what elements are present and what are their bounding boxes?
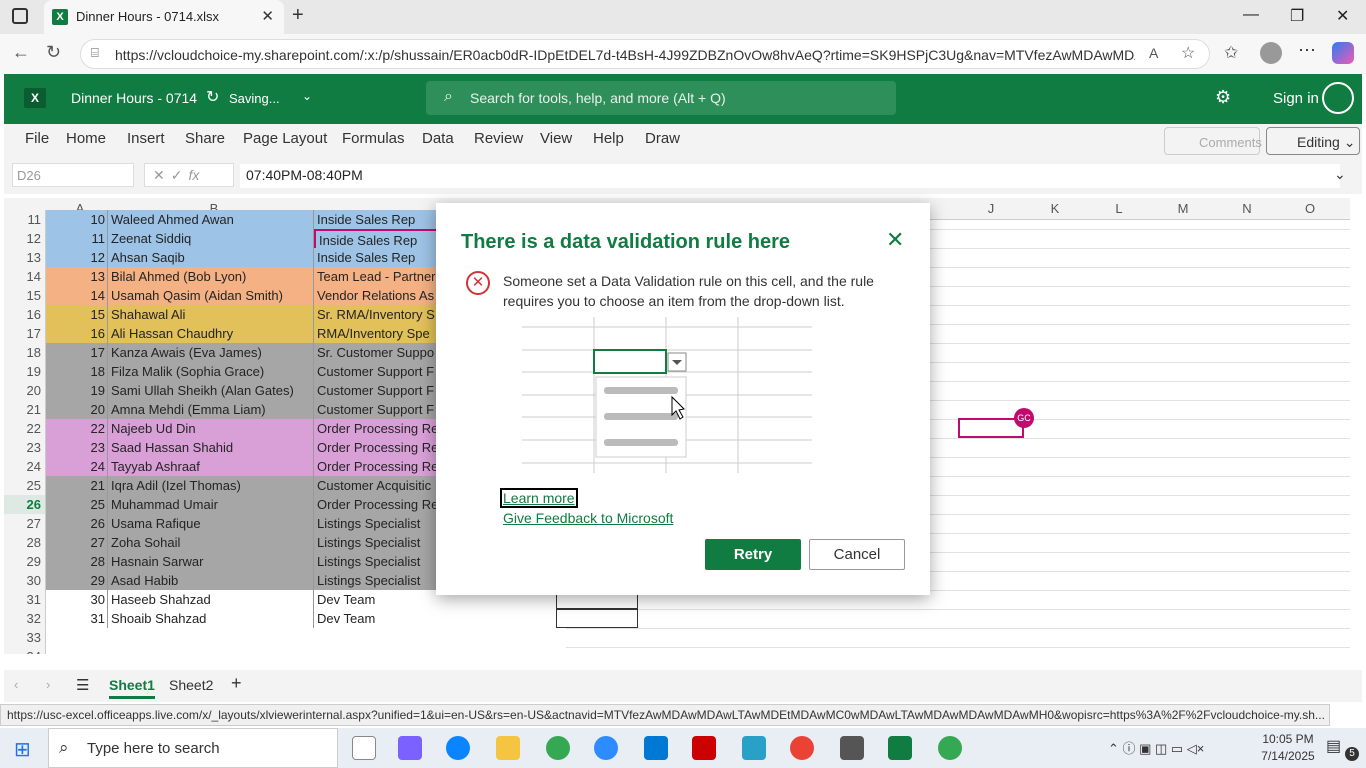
chrome-alt-icon[interactable] bbox=[938, 736, 962, 760]
app-icon[interactable] bbox=[742, 736, 766, 760]
windows-taskbar: ⊞ ⌕ Type here to search ⌃ ⓘ ▣ ◫ ▭ ◁× 10:… bbox=[0, 728, 1366, 768]
notification-icon[interactable]: ▤ bbox=[1326, 736, 1341, 756]
system-tray-icons[interactable]: ⌃ ⓘ ▣ ◫ ▭ ◁× bbox=[1108, 738, 1204, 757]
data-validation-dialog: There is a data validation rule here ✕ ✕… bbox=[436, 203, 930, 595]
zoom-icon[interactable] bbox=[594, 736, 618, 760]
close-icon[interactable]: ✕ bbox=[886, 227, 904, 253]
taskbar-search[interactable]: ⌕ Type here to search bbox=[48, 728, 338, 768]
retry-button[interactable]: Retry bbox=[705, 539, 801, 570]
filezilla-icon[interactable] bbox=[692, 736, 716, 760]
excel-taskbar-icon[interactable] bbox=[888, 736, 912, 760]
calculator-icon[interactable] bbox=[840, 736, 864, 760]
taskbar-search-icon: ⌕ bbox=[59, 738, 69, 757]
learn-more-link[interactable]: Learn more bbox=[500, 488, 578, 508]
notification-count: 5 bbox=[1345, 747, 1359, 761]
outlook-icon[interactable] bbox=[644, 736, 668, 760]
feedback-link[interactable]: Give Feedback to Microsoft bbox=[503, 510, 673, 526]
taskbar-search-placeholder: Type here to search bbox=[87, 740, 220, 757]
clock-time[interactable]: 10:05 PM bbox=[1258, 732, 1318, 746]
task-view-icon[interactable] bbox=[352, 736, 376, 760]
cancel-button[interactable]: Cancel bbox=[809, 539, 905, 570]
edge-icon[interactable] bbox=[446, 736, 470, 760]
modal-overlay: There is a data validation rule here ✕ ✕… bbox=[0, 0, 1366, 700]
chrome-icon[interactable] bbox=[546, 736, 570, 760]
error-icon: ✕ bbox=[466, 271, 490, 295]
clock-date[interactable]: 7/14/2025 bbox=[1258, 749, 1318, 763]
windows-start-icon[interactable]: ⊞ bbox=[14, 737, 31, 762]
dialog-title: There is a data validation rule here bbox=[461, 231, 791, 253]
dialog-message: Someone set a Data Validation rule on th… bbox=[503, 273, 874, 309]
chrome-profile-icon[interactable] bbox=[790, 736, 814, 760]
dropdown-illustration bbox=[522, 317, 812, 473]
copilot-taskbar-icon[interactable] bbox=[398, 736, 422, 760]
file-explorer-icon[interactable] bbox=[496, 736, 520, 760]
link-status-url: https://usc-excel.officeapps.live.com/x/… bbox=[0, 704, 1330, 726]
